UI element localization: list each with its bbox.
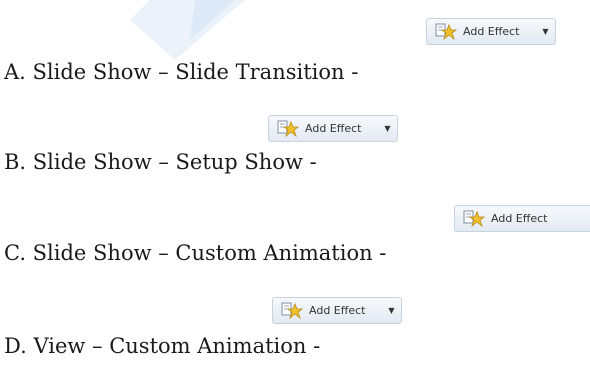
chevron-down-icon: ▼ xyxy=(384,124,391,133)
chevron-down-icon: ▼ xyxy=(542,27,549,36)
option-d-button-label: Add Effect xyxy=(309,304,366,317)
add-effect-star-icon xyxy=(281,302,303,320)
option-c-add-effect-button-image: Add Effect xyxy=(454,205,590,232)
add-effect-star-icon xyxy=(435,23,457,41)
option-d-text: D. View – Custom Animation - xyxy=(4,334,321,358)
option-a-button-label: Add Effect xyxy=(463,25,520,38)
option-a-text: A. Slide Show – Slide Transition - xyxy=(4,60,359,84)
option-c-button-label: Add Effect xyxy=(491,212,548,225)
chevron-down-icon: ▼ xyxy=(388,306,395,315)
option-b-add-effect-button-image: Add Effect ▼ xyxy=(268,115,398,142)
option-a-add-effect-button-image: Add Effect ▼ xyxy=(426,18,556,45)
add-effect-star-icon xyxy=(277,120,299,138)
option-b-text: B. Slide Show – Setup Show - xyxy=(4,150,317,174)
option-c-text: C. Slide Show – Custom Animation - xyxy=(4,241,387,265)
option-b-button-label: Add Effect xyxy=(305,122,362,135)
option-d-add-effect-button-image: Add Effect ▼ xyxy=(272,297,402,324)
add-effect-star-icon xyxy=(463,210,485,228)
